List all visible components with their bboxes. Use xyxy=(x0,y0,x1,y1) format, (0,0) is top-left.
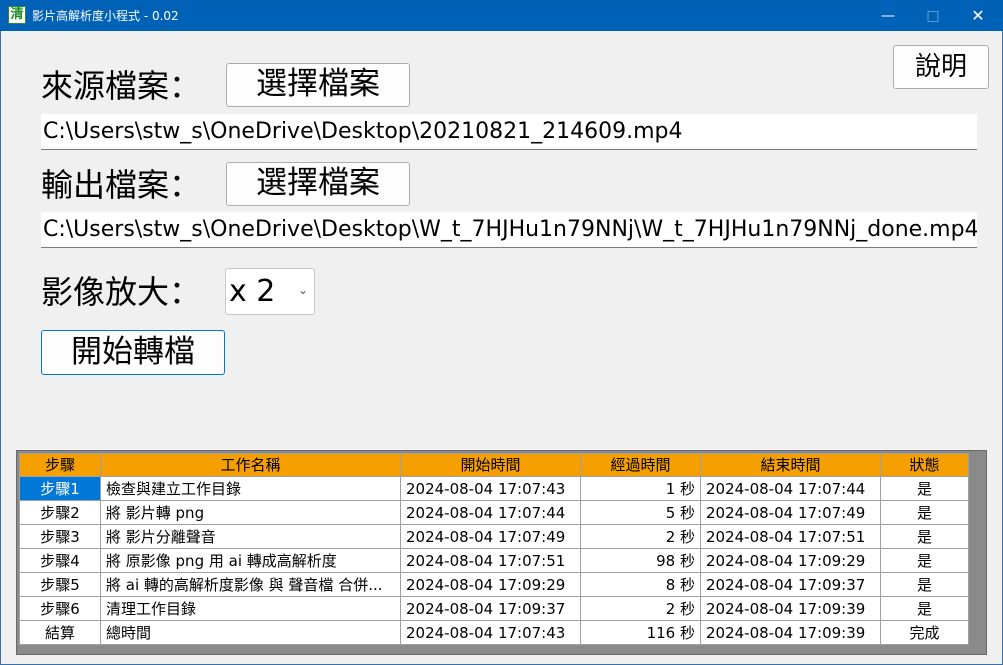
maximize-icon: □ xyxy=(926,7,940,24)
table-header-row: 步驟 工作名稱 開始時間 經過時間 結束時間 狀態 xyxy=(19,453,969,477)
cell-task-name: 檢查與建立工作目錄 xyxy=(100,476,401,501)
cell-elapsed: 98 秒 xyxy=(580,548,701,573)
scale-select[interactable]: x 2 ⌄ xyxy=(225,268,315,315)
cell-end-time: 2024-08-04 17:07:44 xyxy=(700,476,881,501)
cell-elapsed: 1 秒 xyxy=(580,476,701,501)
scale-selected-value: x 2 xyxy=(229,274,276,309)
cell-start-time: 2024-08-04 17:07:49 xyxy=(400,524,581,549)
cell-step: 步驟4 xyxy=(19,548,101,573)
cell-status: 是 xyxy=(880,500,969,525)
cell-start-time: 2024-08-04 17:07:51 xyxy=(400,548,581,573)
cell-status: 完成 xyxy=(880,620,969,645)
cell-step: 步驟1 xyxy=(19,476,101,501)
cell-end-time: 2024-08-04 17:09:39 xyxy=(700,596,881,621)
cell-end-time: 2024-08-04 17:07:51 xyxy=(700,524,881,549)
help-button[interactable]: 說明 xyxy=(893,45,989,89)
cell-task-name: 將 ai 轉的高解析度影像 與 聲音檔 合併... xyxy=(100,572,401,597)
cell-elapsed: 5 秒 xyxy=(580,500,701,525)
chevron-down-icon: ⌄ xyxy=(297,283,308,297)
cell-status: 是 xyxy=(880,476,969,501)
window-title: 影片高解析度小程式 - 0.02 xyxy=(32,9,179,23)
close-icon: ✕ xyxy=(971,6,985,25)
source-label: 來源檔案： xyxy=(41,67,202,105)
cell-status: 是 xyxy=(880,596,969,621)
cell-start-time: 2024-08-04 17:09:37 xyxy=(400,596,581,621)
cell-task-name: 將 影片轉 png xyxy=(100,500,401,525)
close-button[interactable]: ✕ xyxy=(955,0,1001,31)
cell-end-time: 2024-08-04 17:09:39 xyxy=(700,620,881,645)
minimize-button[interactable]: — xyxy=(865,0,911,31)
output-path-field[interactable]: C:\Users\stw_s\OneDrive\Desktop\W_t_7HJH… xyxy=(41,212,977,248)
scale-label: 影像放大： xyxy=(41,273,202,311)
progress-table: 步驟 工作名稱 開始時間 經過時間 結束時間 狀態 步驟1 檢查與建立工作目錄 … xyxy=(19,453,969,645)
cell-task-name: 清理工作目錄 xyxy=(100,596,401,621)
col-header-end-time[interactable]: 結束時間 xyxy=(700,453,881,477)
source-choose-button[interactable]: 選擇檔案 xyxy=(226,63,410,107)
table-row[interactable]: 步驟4 將 原影像 png 用 ai 轉成高解析度 2024-08-04 17:… xyxy=(19,548,969,573)
progress-table-panel[interactable]: 步驟 工作名稱 開始時間 經過時間 結束時間 狀態 步驟1 檢查與建立工作目錄 … xyxy=(16,450,987,655)
col-header-status[interactable]: 狀態 xyxy=(880,453,969,477)
col-header-start-time[interactable]: 開始時間 xyxy=(400,453,581,477)
col-header-step[interactable]: 步驟 xyxy=(19,453,101,477)
maximize-button[interactable]: □ xyxy=(910,0,956,31)
table-row[interactable]: 步驟1 檢查與建立工作目錄 2024-08-04 17:07:43 1 秒 20… xyxy=(19,476,969,501)
cell-status: 是 xyxy=(880,572,969,597)
app-icon: 清 xyxy=(8,6,26,24)
cell-start-time: 2024-08-04 17:09:29 xyxy=(400,572,581,597)
cell-elapsed: 2 秒 xyxy=(580,524,701,549)
table-row[interactable]: 步驟6 清理工作目錄 2024-08-04 17:09:37 2 秒 2024-… xyxy=(19,596,969,621)
cell-start-time: 2024-08-04 17:07:44 xyxy=(400,500,581,525)
cell-step: 步驟3 xyxy=(19,524,101,549)
cell-start-time: 2024-08-04 17:07:43 xyxy=(400,476,581,501)
cell-elapsed: 116 秒 xyxy=(580,620,701,645)
table-row[interactable]: 步驟2 將 影片轉 png 2024-08-04 17:07:44 5 秒 20… xyxy=(19,500,969,525)
output-label: 輸出檔案： xyxy=(41,166,202,204)
cell-step: 結算 xyxy=(19,620,101,645)
cell-end-time: 2024-08-04 17:09:37 xyxy=(700,572,881,597)
cell-elapsed: 2 秒 xyxy=(580,596,701,621)
cell-elapsed: 8 秒 xyxy=(580,572,701,597)
cell-task-name: 將 影片分離聲音 xyxy=(100,524,401,549)
cell-status: 是 xyxy=(880,524,969,549)
cell-end-time: 2024-08-04 17:09:29 xyxy=(700,548,881,573)
cell-status: 是 xyxy=(880,548,969,573)
cell-step: 步驟2 xyxy=(19,500,101,525)
cell-end-time: 2024-08-04 17:07:49 xyxy=(700,500,881,525)
start-convert-button[interactable]: 開始轉檔 xyxy=(41,330,225,375)
output-choose-button[interactable]: 選擇檔案 xyxy=(226,162,410,206)
cell-task-name: 將 原影像 png 用 ai 轉成高解析度 xyxy=(100,548,401,573)
table-row[interactable]: 結算 總時間 2024-08-04 17:07:43 116 秒 2024-08… xyxy=(19,620,969,645)
cell-start-time: 2024-08-04 17:07:43 xyxy=(400,620,581,645)
minimize-icon: — xyxy=(881,7,895,24)
table-row[interactable]: 步驟5 將 ai 轉的高解析度影像 與 聲音檔 合併... 2024-08-04… xyxy=(19,572,969,597)
col-header-elapsed[interactable]: 經過時間 xyxy=(580,453,701,477)
col-header-task-name[interactable]: 工作名稱 xyxy=(100,453,401,477)
table-row[interactable]: 步驟3 將 影片分離聲音 2024-08-04 17:07:49 2 秒 202… xyxy=(19,524,969,549)
cell-task-name: 總時間 xyxy=(100,620,401,645)
cell-step: 步驟6 xyxy=(19,596,101,621)
source-path-field[interactable]: C:\Users\stw_s\OneDrive\Desktop\20210821… xyxy=(41,114,977,150)
cell-step: 步驟5 xyxy=(19,572,101,597)
title-bar: 清 影片高解析度小程式 - 0.02 — □ ✕ xyxy=(0,0,1003,31)
